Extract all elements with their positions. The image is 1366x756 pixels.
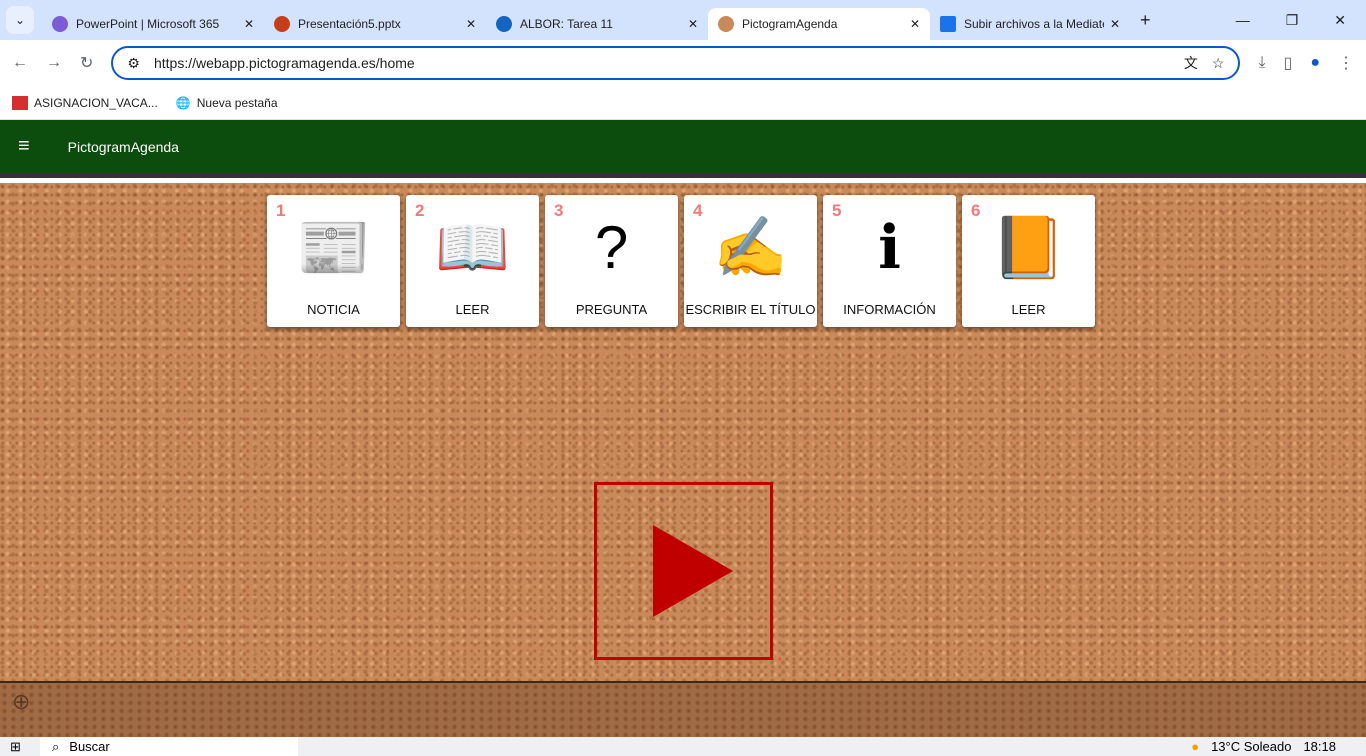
close-icon[interactable]: ✕ <box>910 17 920 31</box>
hamburger-menu-icon[interactable]: ≡ <box>18 135 30 158</box>
clapperboard-icon <box>940 16 956 32</box>
footer-bar: ⊕ <box>0 681 1366 737</box>
card-number: 1 <box>276 201 286 220</box>
card-number: 4 <box>693 201 703 220</box>
card-label: LEER <box>1011 302 1046 317</box>
close-icon[interactable]: ✕ <box>1110 17 1120 31</box>
tab-title: Subir archivos a la Mediateca <box>964 17 1104 31</box>
close-icon[interactable]: ✕ <box>466 17 476 31</box>
app-header: ≡ PictogramAgenda <box>0 120 1366 178</box>
card-label: ESCRIBIR EL TÍTULO <box>685 302 816 317</box>
close-icon[interactable]: ✕ <box>688 17 698 31</box>
menu-icon[interactable]: ⋮ <box>1338 53 1354 73</box>
pictogram-sequence: 1 📰 NOTICIA 2 📖 LEER 3? PREGUNTA 4 ✍ ESCRIBIR EL T… <box>267 195 1095 327</box>
pictogram-card[interactable]: 5 ℹ INFORMACIÓN <box>823 195 956 327</box>
bookmark-nueva-pestana[interactable]: 🌐 Nueva pestaña <box>176 96 278 110</box>
pictogram-card[interactable]: 1 📰 NOTICIA <box>267 195 400 327</box>
tab-strip: ⌄ PowerPoint | Microsoft 365 ✕ Presentaci… <box>0 0 1366 40</box>
graduation-cap-icon <box>496 16 512 32</box>
card-label: INFORMACIÓN <box>843 302 936 317</box>
card-label: LEER <box>455 302 490 317</box>
url-text[interactable]: https://webapp.pictogramagenda.es/home <box>154 55 1170 71</box>
search-label: Buscar <box>69 739 110 754</box>
tab-mediateca[interactable]: Subir archivos a la Mediateca ✕ <box>930 8 1130 40</box>
download-icon[interactable]: ⤓ <box>1258 54 1265 72</box>
pictogram-card[interactable]: 2 📖 LEER <box>406 195 539 327</box>
back-button[interactable]: ← <box>12 54 28 72</box>
tab-presentacion[interactable]: Presentación5.pptx ✕ <box>264 8 486 40</box>
pictogram-card[interactable]: 6 📙 LEER <box>962 195 1095 327</box>
pictogram-card[interactable]: 3? PREGUNTA <box>545 195 678 327</box>
powerpoint-icon <box>274 16 290 32</box>
pictogram-image: ? <box>594 214 629 281</box>
browser-toolbar: ← → ↻ ⚙ https://webapp.pictogramagenda.e… <box>0 40 1366 86</box>
translate-icon[interactable]: 文 <box>1184 53 1198 73</box>
restore-button[interactable]: ❐ <box>1286 12 1299 29</box>
play-icon <box>652 525 733 617</box>
card-number: 3 <box>554 201 564 220</box>
play-button[interactable] <box>594 482 773 660</box>
clock[interactable]: 18:18 <box>1303 739 1336 754</box>
card-number: 6 <box>971 201 981 220</box>
bookmark-star-icon[interactable]: ☆ <box>1212 55 1225 72</box>
weather-icon: ● <box>1191 739 1200 754</box>
globe-icon: 🌐 <box>175 95 191 110</box>
close-icon[interactable]: ✕ <box>244 17 254 31</box>
bookmark-label: ASIGNACION_VACA... <box>34 95 158 110</box>
weather-text[interactable]: 13°C Soleado <box>1211 739 1291 754</box>
close-window-button[interactable]: ✕ <box>1334 12 1346 29</box>
pictogramagenda-icon <box>718 16 734 32</box>
minimize-button[interactable]: — <box>1236 12 1250 29</box>
bookmark-favicon-icon <box>12 95 28 110</box>
tab-albor[interactable]: ALBOR: Tarea 11 ✕ <box>486 8 708 40</box>
cork-board: 1 📰 NOTICIA 2 📖 LEER 3? PREGUNTA 4 ✍ ESCRIBIR EL T… <box>0 183 1366 681</box>
zoom-in-icon[interactable]: ⊕ <box>12 689 30 715</box>
app-title: PictogramAgenda <box>67 138 179 155</box>
bookmarks-bar: ASIGNACION_VACA... 🌐 Nueva pestaña <box>0 86 1366 120</box>
pictogram-image: ℹ <box>878 213 901 281</box>
tab-search-button[interactable]: ⌄ <box>6 6 34 34</box>
tab-title: PowerPoint | Microsoft 365 <box>76 17 220 31</box>
reload-button[interactable]: ↻ <box>80 53 93 73</box>
card-label: NOTICIA <box>307 302 360 317</box>
search-icon: ⌕ <box>52 738 60 754</box>
tab-powerpoint[interactable]: PowerPoint | Microsoft 365 ✕ <box>42 8 264 40</box>
profile-avatar[interactable]: ● <box>1310 54 1320 72</box>
card-number: 2 <box>415 201 425 220</box>
pictogram-image: 📙 <box>991 214 1066 281</box>
forward-button[interactable]: → <box>46 54 62 72</box>
tab-title: ALBOR: Tarea 11 <box>520 17 613 31</box>
taskbar-search[interactable]: ⌕ Buscar <box>40 737 298 756</box>
bookmark-label: Nueva pestaña <box>196 95 278 110</box>
pictogram-card[interactable]: 4 ✍ ESCRIBIR EL TÍTULO <box>684 195 817 327</box>
windows-start-icon[interactable]: ⊞ <box>10 739 21 755</box>
card-label: PREGUNTA <box>575 302 648 317</box>
pictogram-image: 📖 <box>435 214 510 281</box>
microsoft365-icon <box>52 16 68 32</box>
address-bar[interactable]: ⚙ https://webapp.pictogramagenda.es/home… <box>111 46 1241 80</box>
tab-title: Presentación5.pptx <box>298 17 401 31</box>
bookmark-asignacion[interactable]: ASIGNACION_VACA... <box>12 95 158 110</box>
windows-taskbar: ⊞ ⌕ Buscar ● 13°C Soleado 18:18 <box>0 737 1366 756</box>
card-number: 5 <box>832 201 842 220</box>
pictogram-image: 📰 <box>296 214 371 281</box>
site-settings-icon[interactable]: ⚙ <box>127 55 140 72</box>
tab-title: PictogramAgenda <box>742 17 838 31</box>
pictogram-image: ✍ <box>713 214 788 281</box>
new-tab-button[interactable]: + <box>1140 10 1151 31</box>
tab-pictogramagenda[interactable]: PictogramAgenda ✕ <box>708 8 930 40</box>
side-panel-icon[interactable]: ▯ <box>1284 53 1293 73</box>
